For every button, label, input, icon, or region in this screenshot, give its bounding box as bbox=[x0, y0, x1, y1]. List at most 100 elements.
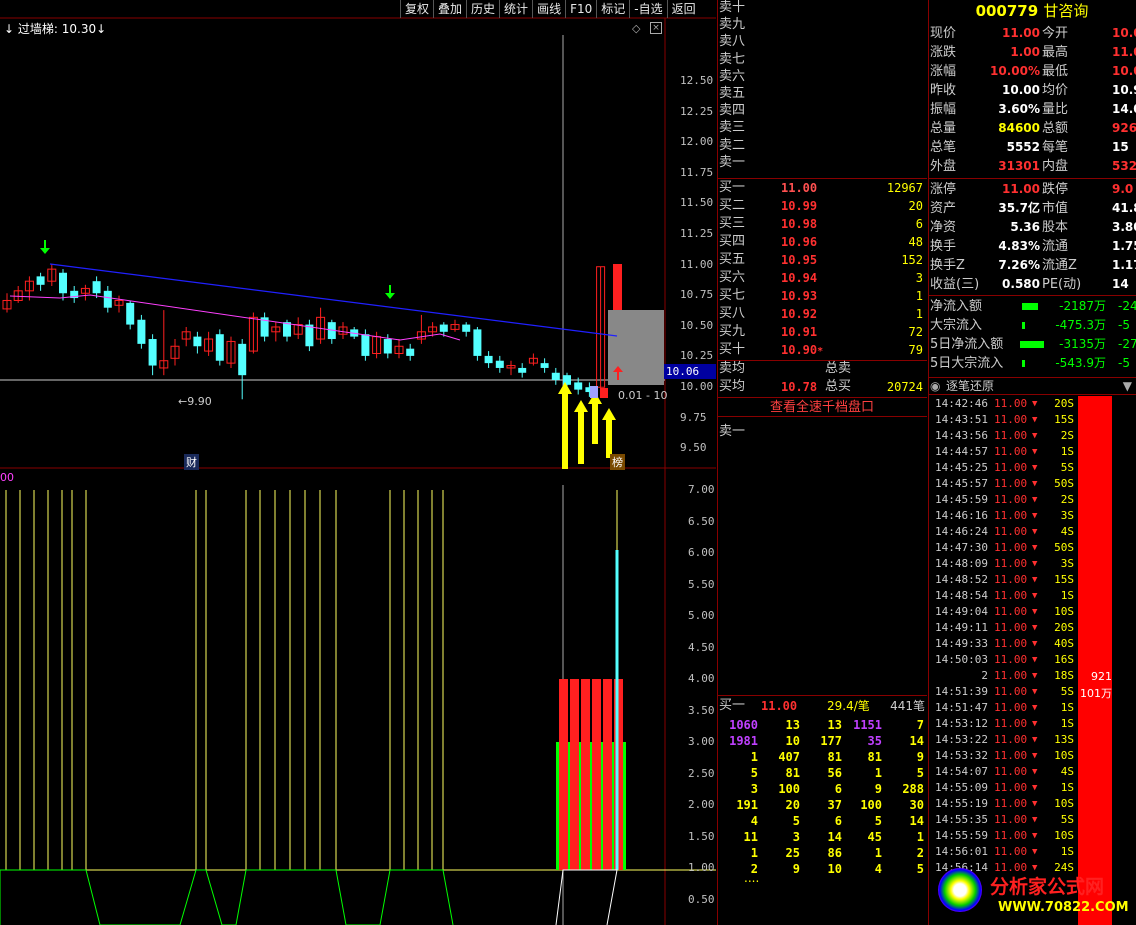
candle-body bbox=[518, 367, 527, 373]
buy-level-row[interactable]: 买十 10.90* 79 bbox=[717, 341, 927, 359]
tick-price: 11.00 bbox=[994, 845, 1028, 858]
flow-label: 5日大宗流入 bbox=[930, 356, 1004, 371]
sell-level-row[interactable]: 卖四 bbox=[717, 102, 927, 120]
price-tick: 11.75 bbox=[680, 165, 714, 179]
filter-icon[interactable]: ▼ bbox=[1123, 378, 1132, 394]
close-icon[interactable]: × bbox=[650, 22, 662, 34]
tick-row: 14:43:51 11.00 ▼ 15S bbox=[928, 412, 1078, 428]
toolbar-btn-7[interactable]: -自选 bbox=[629, 0, 666, 18]
tick-volume: 10S bbox=[1054, 797, 1074, 810]
finance-tag[interactable]: 财 bbox=[184, 454, 199, 470]
tick-volume: 2S bbox=[1060, 493, 1074, 506]
tick-volume: 50S bbox=[1054, 477, 1074, 490]
price-tick: 12.50 bbox=[680, 74, 714, 87]
candle-body bbox=[551, 372, 560, 380]
tick-price: 11.00 bbox=[994, 669, 1028, 682]
toolbar-btn-8[interactable]: 返回 bbox=[666, 0, 700, 18]
flow-row: 大宗流入 -475.3万 -5 bbox=[928, 316, 1136, 335]
quote-row-value2: 11.0 bbox=[1112, 45, 1136, 59]
price-tick: 10.50 bbox=[680, 318, 714, 332]
buy-level-volume: 12967 bbox=[886, 181, 923, 195]
formula-title: ↓ 过墙梯: 10.30↓ bbox=[4, 22, 107, 36]
buy-level-row[interactable]: 买五 10.95 152 bbox=[717, 251, 927, 269]
sell-level-row[interactable]: 卖五 bbox=[717, 85, 927, 103]
rank-tag[interactable]: 榜 bbox=[610, 454, 625, 470]
fund-row-label: 换手 bbox=[930, 239, 957, 254]
buy-level-label: 买三 bbox=[719, 216, 746, 231]
buy-level-label: 买五 bbox=[719, 252, 746, 267]
tick-header[interactable]: ◉ 逐笔还原 ▼ bbox=[928, 377, 1136, 395]
queue-cell: 11 bbox=[743, 830, 758, 844]
toolbar-btn-5[interactable]: F10 bbox=[565, 0, 596, 18]
sell-level-row[interactable]: 卖十 bbox=[717, 0, 927, 17]
kline-chart[interactable] bbox=[0, 0, 716, 925]
sell-level-row[interactable]: 卖一 bbox=[717, 154, 927, 172]
toolbar-btn-0[interactable]: 复权 bbox=[400, 0, 433, 18]
tick-price: 11.00 bbox=[994, 461, 1028, 474]
candle-body bbox=[238, 343, 247, 376]
toolbar-btn-3[interactable]: 统计 bbox=[499, 0, 532, 18]
buy-level-row[interactable]: 买七 10.93 1 bbox=[717, 287, 927, 305]
sell-level-row[interactable]: 卖六 bbox=[717, 68, 927, 86]
tick-price: 11.00 bbox=[994, 605, 1028, 618]
collapse-icon[interactable]: ◉ bbox=[930, 378, 940, 394]
sell-level-row[interactable]: 卖七 bbox=[717, 51, 927, 69]
quote-row-value2: 10.0 bbox=[1112, 64, 1136, 78]
buy-level-row[interactable]: 买六 10.94 3 bbox=[717, 269, 927, 287]
queue-cell: 4 bbox=[874, 862, 882, 876]
red-bar bbox=[592, 679, 601, 870]
tick-price: 11.00 bbox=[994, 749, 1028, 762]
yellow-arrow-icon bbox=[588, 392, 602, 444]
toolbar-btn-2[interactable]: 历史 bbox=[466, 0, 499, 18]
queue-cell: 1 bbox=[750, 750, 758, 764]
sell-level-row[interactable]: 卖八 bbox=[717, 33, 927, 51]
queue-more: .... bbox=[744, 871, 760, 885]
quote-row-value2: 5329 bbox=[1112, 159, 1136, 173]
buy-level-row[interactable]: 买八 10.92 1 bbox=[717, 305, 927, 323]
tick-volume: 1S bbox=[1060, 845, 1074, 858]
quote-row-value2: 10.0 bbox=[1112, 26, 1136, 40]
fund-row-value2: 14 bbox=[1112, 277, 1129, 291]
tick-volume: 5S bbox=[1060, 461, 1074, 474]
toolbar-btn-6[interactable]: 标记 bbox=[596, 0, 629, 18]
stock-header: 000779 甘咨询 bbox=[928, 0, 1136, 22]
buy-level-row[interactable]: 买三 10.98 6 bbox=[717, 215, 927, 233]
tick-row: 14:49:04 11.00 ▼ 10S bbox=[928, 604, 1078, 620]
tick-row: 14:51:39 11.00 ▼ 5S bbox=[928, 684, 1078, 700]
buy-level-row[interactable]: 买一 11.00 12967 bbox=[717, 179, 927, 197]
quote-row-label2: 最高 bbox=[1042, 45, 1069, 60]
candles bbox=[2, 264, 606, 400]
red-bar bbox=[581, 679, 590, 870]
toolbar-btn-1[interactable]: 叠加 bbox=[433, 0, 466, 18]
candle-body bbox=[36, 276, 45, 285]
buy-level-row[interactable]: 买四 10.96 48 bbox=[717, 233, 927, 251]
tick-price: 11.00 bbox=[994, 573, 1028, 586]
quote-row: 振幅 3.60%量比 14.0 bbox=[928, 100, 1136, 119]
tick-dir-icon: ▼ bbox=[1032, 703, 1038, 713]
white-indicator bbox=[555, 869, 618, 925]
flow-extra: -5 bbox=[1118, 356, 1130, 370]
sell-level-row[interactable]: 卖九 bbox=[717, 16, 927, 34]
sell-level-row[interactable]: 卖三 bbox=[717, 119, 927, 137]
fund-row: 涨停 11.00 跌停 9.0 bbox=[928, 180, 1136, 199]
settings-diamond-icon[interactable]: ◇ bbox=[632, 22, 640, 35]
tick-time: 14:55:59 bbox=[935, 829, 988, 842]
fund-row-value2: 9.0 bbox=[1112, 182, 1134, 196]
quote-row-value: 3.60% bbox=[998, 102, 1040, 116]
stock-code: 000779 bbox=[975, 2, 1044, 20]
fund-row-value2: 41.8 bbox=[1112, 201, 1136, 215]
buy-level-price: 10.99 bbox=[781, 199, 818, 213]
quote-row-value: 84600 bbox=[998, 121, 1040, 135]
sell-level-row[interactable]: 卖二 bbox=[717, 137, 927, 155]
view-depth-button[interactable]: 查看全速千档盘口 bbox=[717, 397, 927, 417]
buy-level-volume: 1 bbox=[915, 307, 923, 321]
toolbar-btn-4[interactable]: 画线 bbox=[532, 0, 565, 18]
fund-row-label: 涨停 bbox=[930, 182, 957, 197]
yellow-arrow-icon bbox=[574, 400, 588, 464]
buy-level-row[interactable]: 买二 10.99 20 bbox=[717, 197, 927, 215]
quote-row-value2: 15 bbox=[1112, 140, 1129, 154]
buy-level-row[interactable]: 买九 10.91 72 bbox=[717, 323, 927, 341]
current-price-tag: 10.06 bbox=[664, 364, 716, 379]
formula-value: 10.30 bbox=[61, 22, 97, 36]
flow-extra: -5 bbox=[1118, 318, 1130, 332]
